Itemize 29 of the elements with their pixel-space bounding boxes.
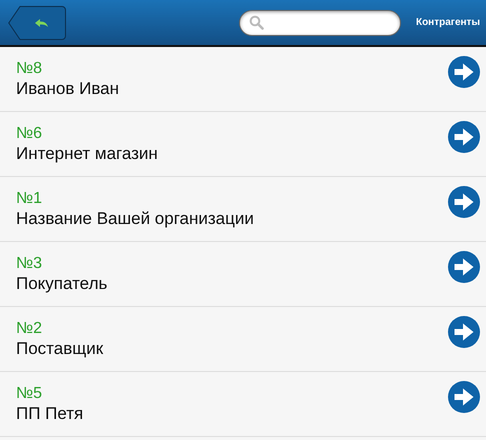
arrow-right-icon[interactable] bbox=[448, 56, 480, 88]
search-icon bbox=[248, 15, 264, 30]
list-item[interactable]: №5 ПП Петя bbox=[0, 372, 486, 437]
arrow-right-icon[interactable] bbox=[448, 381, 480, 413]
search-field[interactable] bbox=[238, 10, 401, 36]
list-item[interactable]: №8 Иванов Иван bbox=[0, 47, 486, 112]
list-item[interactable]: №3 Покупатель bbox=[0, 242, 486, 307]
list-item[interactable]: №1 Название Вашей организации bbox=[0, 177, 486, 242]
item-number: №2 bbox=[16, 319, 44, 338]
item-number: №3 bbox=[16, 254, 44, 273]
arrow-right-icon[interactable] bbox=[448, 186, 480, 218]
item-number: №6 bbox=[16, 124, 44, 143]
arrow-right-icon[interactable] bbox=[448, 316, 480, 348]
back-button[interactable] bbox=[8, 6, 66, 40]
arrow-right-icon[interactable] bbox=[448, 121, 480, 153]
item-name: Интернет магазин bbox=[16, 143, 158, 165]
item-name: Название Вашей организации bbox=[16, 208, 254, 230]
list-item[interactable]: №6 Интернет магазин bbox=[0, 112, 486, 177]
undo-icon bbox=[33, 18, 49, 28]
item-name: Поставщик bbox=[16, 338, 104, 360]
page-title: Контрагенты bbox=[416, 17, 480, 28]
item-name: Иванов Иван bbox=[16, 78, 120, 100]
arrow-right-icon[interactable] bbox=[448, 251, 480, 283]
item-number: №5 bbox=[16, 384, 44, 403]
item-name: ПП Петя bbox=[16, 403, 84, 425]
item-number: №8 bbox=[16, 59, 44, 78]
item-name: Покупатель bbox=[16, 273, 108, 295]
list-item[interactable]: №2 Поставщик bbox=[0, 307, 486, 372]
item-number: №1 bbox=[16, 189, 44, 208]
